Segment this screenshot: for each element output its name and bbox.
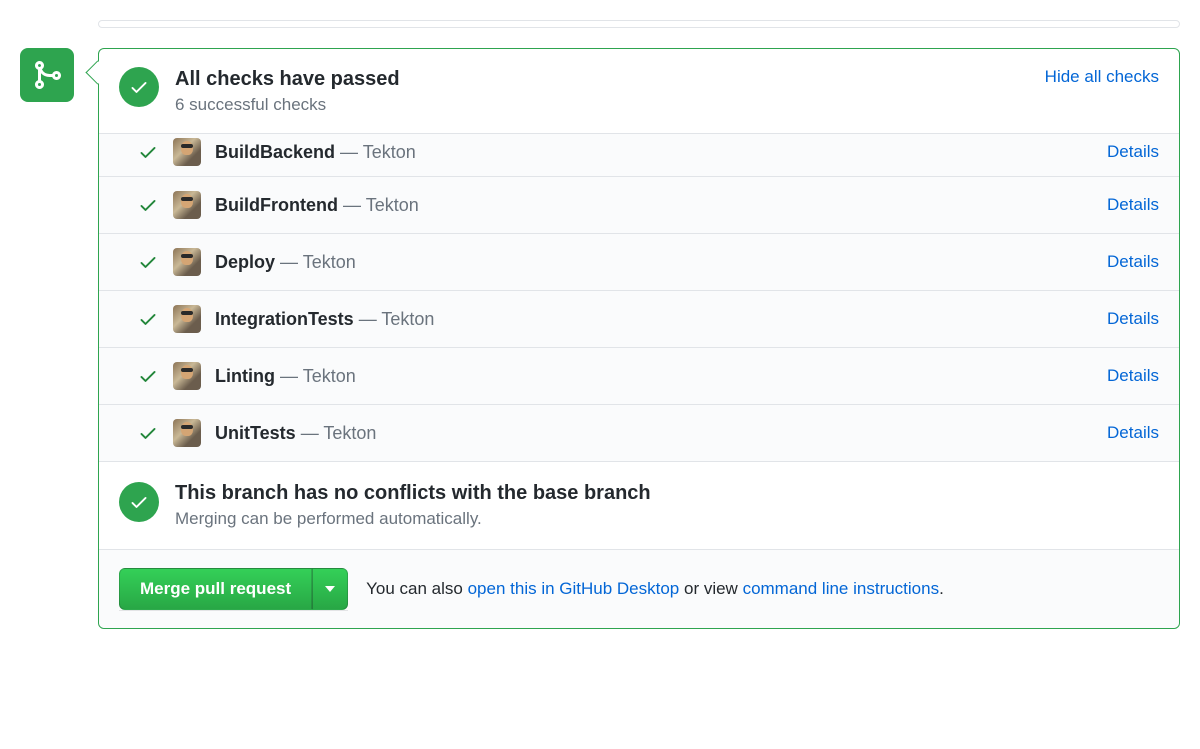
merge-status-panel: All checks have passed 6 successful chec… <box>98 48 1180 629</box>
previous-panel-edge <box>98 20 1180 28</box>
check-success-icon <box>137 366 159 386</box>
check-name: Deploy <box>215 252 275 272</box>
check-name: IntegrationTests <box>215 309 354 329</box>
merge-pull-request-button[interactable]: Merge pull request <box>119 568 312 610</box>
check-row: UnitTests — Tekton Details <box>99 405 1179 461</box>
check-provider: Tekton <box>363 142 416 162</box>
check-provider: Tekton <box>303 252 356 272</box>
conflicts-subtitle: Merging can be performed automatically. <box>175 509 651 529</box>
conflicts-title: This branch has no conflicts with the ba… <box>175 482 651 505</box>
merge-badge-icon <box>20 48 74 102</box>
avatar <box>173 191 201 219</box>
check-details-link[interactable]: Details <box>1107 252 1159 272</box>
success-check-icon <box>119 67 159 107</box>
check-name: UnitTests <box>215 423 296 443</box>
check-row: Deploy — Tekton Details <box>99 234 1179 291</box>
check-row: BuildBackend — Tekton Details <box>99 134 1179 177</box>
avatar <box>173 248 201 276</box>
checks-header: All checks have passed 6 successful chec… <box>99 49 1179 133</box>
check-provider: Tekton <box>366 195 419 215</box>
avatar <box>173 362 201 390</box>
check-success-icon <box>137 423 159 443</box>
merge-dropdown-button[interactable] <box>312 568 348 610</box>
check-name: BuildBackend <box>215 142 335 162</box>
checks-title: All checks have passed <box>175 67 1029 91</box>
check-provider: Tekton <box>381 309 434 329</box>
check-separator: — <box>280 366 303 386</box>
merge-hint: You can also open this in GitHub Desktop… <box>366 579 944 599</box>
check-row: IntegrationTests — Tekton Details <box>99 291 1179 348</box>
merge-section: Merge pull request You can also open thi… <box>99 549 1179 628</box>
checks-list: BuildBackend — Tekton Details BuildFront… <box>99 133 1179 461</box>
merge-button-group: Merge pull request <box>119 568 348 610</box>
check-success-icon <box>137 309 159 329</box>
check-details-link[interactable]: Details <box>1107 366 1159 386</box>
cli-instructions-link[interactable]: command line instructions <box>743 579 940 598</box>
check-row: Linting — Tekton Details <box>99 348 1179 405</box>
hide-checks-link[interactable]: Hide all checks <box>1045 67 1159 87</box>
check-separator: — <box>340 142 363 162</box>
check-row: BuildFrontend — Tekton Details <box>99 177 1179 234</box>
check-provider: Tekton <box>303 366 356 386</box>
check-success-icon <box>137 252 159 272</box>
check-success-icon <box>137 195 159 215</box>
check-name: Linting <box>215 366 275 386</box>
hint-text: . <box>939 579 944 598</box>
check-details-link[interactable]: Details <box>1107 195 1159 215</box>
conflicts-section: This branch has no conflicts with the ba… <box>99 461 1179 549</box>
check-separator: — <box>343 195 366 215</box>
check-provider: Tekton <box>323 423 376 443</box>
check-details-link[interactable]: Details <box>1107 142 1159 162</box>
open-desktop-link[interactable]: open this in GitHub Desktop <box>468 579 680 598</box>
hint-text: or view <box>679 579 742 598</box>
check-details-link[interactable]: Details <box>1107 309 1159 329</box>
avatar <box>173 305 201 333</box>
caret-down-icon <box>325 586 335 592</box>
check-success-icon <box>137 142 159 162</box>
check-separator: — <box>301 423 324 443</box>
avatar <box>173 138 201 166</box>
checks-subtitle: 6 successful checks <box>175 95 1029 115</box>
hint-text: You can also <box>366 579 467 598</box>
check-name: BuildFrontend <box>215 195 338 215</box>
check-separator: — <box>280 252 303 272</box>
avatar <box>173 419 201 447</box>
check-details-link[interactable]: Details <box>1107 423 1159 443</box>
success-check-icon <box>119 482 159 522</box>
check-separator: — <box>359 309 382 329</box>
